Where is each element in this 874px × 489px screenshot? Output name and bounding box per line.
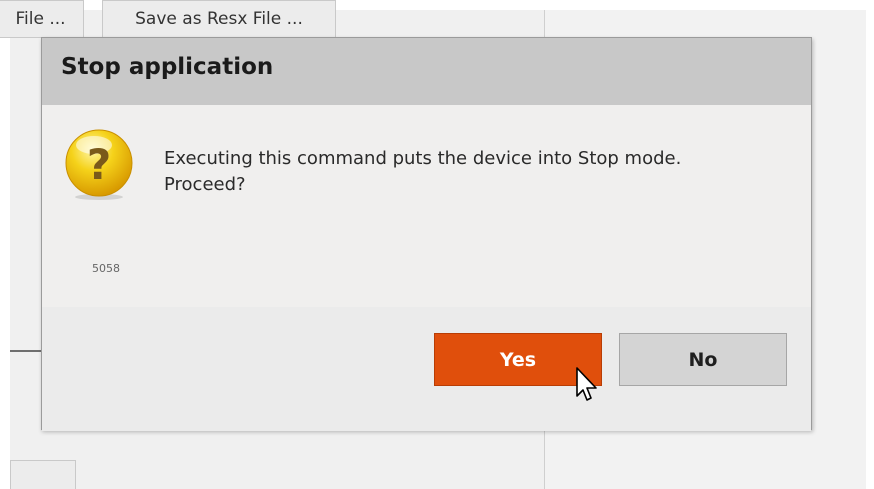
message-code: 5058 bbox=[92, 262, 120, 275]
no-button[interactable]: No bbox=[619, 333, 787, 386]
message-line: Executing this command puts the device i… bbox=[164, 148, 682, 169]
background-left-strip bbox=[0, 0, 10, 489]
dialog-body: ? Executing this command puts the device… bbox=[42, 105, 811, 307]
file-button[interactable]: File ... bbox=[0, 0, 84, 38]
mouse-cursor-icon bbox=[576, 367, 597, 401]
save-as-resx-button[interactable]: Save as Resx File ... bbox=[102, 0, 336, 38]
dialog-header: Stop application bbox=[42, 38, 811, 105]
message-line: Proceed? bbox=[164, 174, 246, 195]
background-divider bbox=[10, 350, 42, 352]
dialog-title: Stop application bbox=[61, 54, 274, 80]
dialog-message: Executing this command puts the device i… bbox=[164, 146, 784, 198]
background-bottom-button[interactable] bbox=[10, 460, 76, 489]
svg-text:?: ? bbox=[87, 140, 111, 189]
background-right-edge bbox=[866, 0, 874, 489]
question-icon: ? bbox=[65, 129, 133, 200]
dialog-footer: Yes No bbox=[42, 307, 811, 431]
stop-application-dialog: Stop application ? Executing this comman… bbox=[41, 37, 812, 431]
